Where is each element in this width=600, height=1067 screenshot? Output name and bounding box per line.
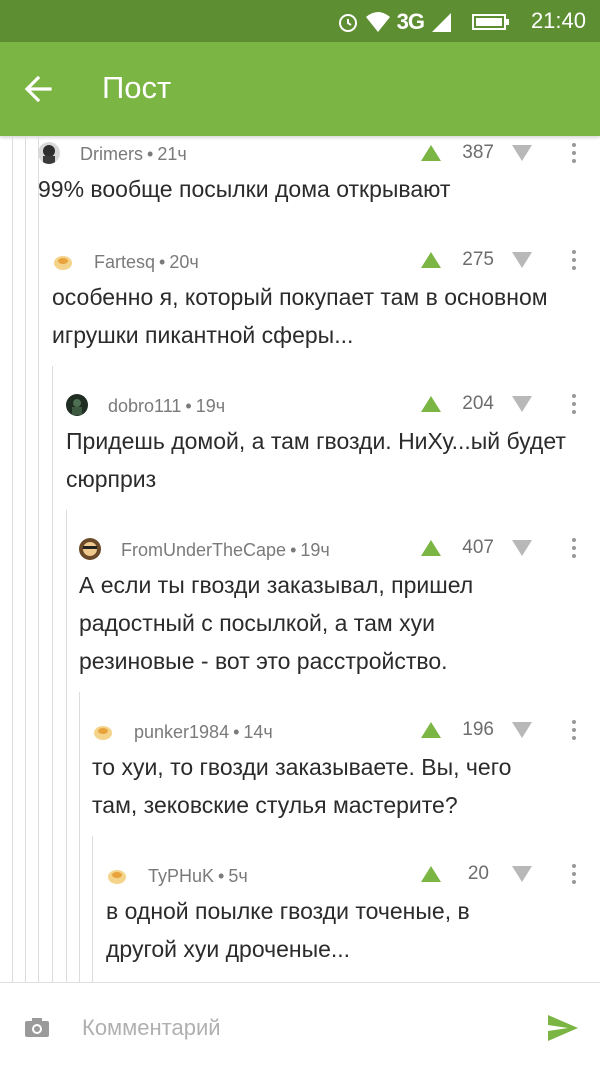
back-button[interactable] [22,72,62,108]
comment-meta: dobro111 • 19ч [108,396,226,416]
comment-input[interactable] [80,1009,524,1047]
comment-meta: FromUnderTheCape • 19ч [121,540,330,560]
comment-rating: 407 [462,537,494,558]
more-icon[interactable] [568,536,580,560]
signal-icon [432,13,451,32]
more-icon[interactable] [568,392,580,416]
author-name[interactable]: TyPHuK [148,866,214,886]
network-type: 3G [396,9,425,34]
author-name[interactable]: dobro111 [108,396,181,416]
comment-text: особенно я, который покупает там в основ… [52,284,548,348]
status-icons: 3G [337,9,510,35]
comment-time: 5ч [228,866,248,886]
comment-time: 19ч [300,540,330,560]
comment: Fartesq • 20ч особенно я, который покупает… [52,246,572,354]
comment-rating: 196 [462,719,494,740]
more-icon[interactable] [568,862,580,886]
comment-meta: Fartesq • 20ч [94,252,199,272]
comment-text: Придешь домой, а там гвозди. НиХу...ый б… [66,428,566,492]
comment-meta: Drimers • 21ч [80,144,187,164]
thread-line [25,136,26,982]
app-bar: Пост [0,42,600,136]
downvote-icon[interactable] [511,721,533,739]
author-name[interactable]: Drimers [80,144,143,164]
comment-text: А если ты гвозди заказывал, пришел радос… [79,572,474,674]
comment-rating: 20 [467,863,489,884]
avatar[interactable] [79,538,101,560]
downvote-icon[interactable] [511,865,533,883]
wifi-icon [365,12,390,32]
avatar[interactable] [66,394,88,416]
comment: Drimers • 21ч 99% вообще посылки дома откр… [38,138,578,208]
more-icon[interactable] [568,141,580,165]
comment-composer [0,982,600,1067]
comment-time: 21ч [157,144,187,164]
comment-time: 14ч [243,722,273,742]
battery-icon [472,14,509,30]
comment-text: то хуи, то гвозди заказываете. Вы, чего … [92,754,512,818]
send-icon[interactable] [546,1013,580,1043]
comment-meta: punker1984 • 14ч [134,722,273,742]
thread-line [52,366,53,982]
downvote-icon[interactable] [511,251,533,269]
author-name[interactable]: Fartesq [94,252,155,272]
downvote-icon[interactable] [511,395,533,413]
downvote-icon[interactable] [511,539,533,557]
avatar[interactable] [52,250,74,272]
downvote-icon[interactable] [511,144,533,162]
back-arrow-icon [24,75,52,103]
comment-thread[interactable]: Drimers • 21ч 99% вообще посылки дома откр… [0,136,600,982]
comment-time: 20ч [169,252,199,272]
author-name[interactable]: FromUnderTheCape [121,540,286,560]
more-icon[interactable] [568,718,580,742]
camera-icon[interactable] [24,1016,50,1038]
more-icon[interactable] [568,248,580,272]
comment-rating: 387 [462,142,494,163]
thread-line [38,136,39,982]
alarm-icon [338,14,357,32]
avatar[interactable] [92,720,114,742]
thread-line [92,836,93,982]
thread-line [79,692,80,982]
comment-text: в одной поылке гвозди точеные, в другой … [106,898,470,962]
comment-time: 19ч [195,396,226,416]
comment-text: 99% вообще посылки дома открывают [38,176,451,202]
status-bar: 3G 21:40 [0,0,600,42]
thread-line [66,510,67,982]
comment-rating: 275 [462,249,494,270]
author-name[interactable]: punker1984 [134,722,229,742]
thread-line [12,136,13,982]
comment-rating: 204 [462,393,494,414]
clock: 21:40 [530,8,586,33]
comment-meta: TyPHuK • 5ч [148,866,248,886]
page-title: Пост [102,70,172,105]
avatar[interactable] [38,142,60,164]
avatar[interactable] [106,864,128,886]
